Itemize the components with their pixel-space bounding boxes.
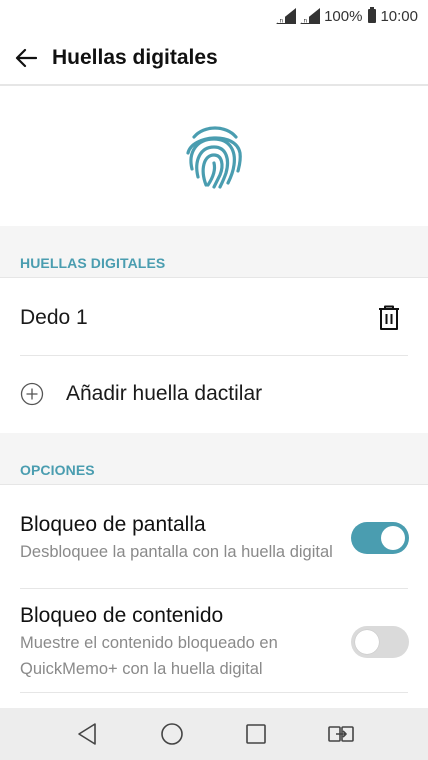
screen-lock-toggle[interactable] [351,521,409,554]
signal-icon: n [300,8,322,24]
battery-icon [368,7,377,23]
svg-text:n: n [280,18,284,25]
add-fingerprint-label: Añadir huella dactilar [66,382,263,405]
section-header-options: OPCIONES [0,433,428,485]
dual-window-icon [327,726,354,742]
section-header-fingerprints: HUELLAS DIGITALES [0,226,428,278]
option-screen-lock[interactable]: Bloqueo de pantalla Desbloquee la pantal… [0,486,428,589]
nav-back-button[interactable] [65,712,109,756]
trash-icon [379,305,399,330]
divider [20,692,408,693]
add-fingerprint-row[interactable]: Añadir huella dactilar [0,356,428,432]
list-item[interactable]: Dedo 1 [0,279,428,356]
arrow-left-icon [15,48,37,68]
clock: 10:00 [380,7,418,25]
nav-recents-button[interactable] [234,712,278,756]
recents-square-icon [246,724,267,744]
option-title: Bloqueo de contenido [20,603,224,627]
toggle-knob [381,525,405,550]
option-text: Bloqueo de contenido Muestre el contenid… [0,602,351,682]
hero-area [0,88,428,227]
fingerprint-icon [186,126,242,189]
option-content-lock[interactable]: Bloqueo de contenido Muestre el contenid… [0,590,428,693]
navigation-bar [0,708,428,760]
delete-fingerprint-button[interactable] [374,303,404,333]
option-text: Bloqueo de pantalla Desbloquee la pantal… [0,511,351,565]
fingerprint-name: Dedo 1 [20,305,88,329]
divider [20,588,408,589]
page-title: Huellas digitales [52,46,218,69]
back-triangle-icon [78,723,97,745]
toggle-knob [355,629,379,654]
nav-home-button[interactable] [150,712,194,756]
option-title: Bloqueo de pantalla [20,512,206,536]
option-subtitle: Desbloquee la pantalla con la huella dig… [20,542,333,561]
content-lock-toggle[interactable] [351,625,409,658]
svg-text:n: n [304,18,308,25]
option-subtitle: Muestre el contenido bloqueado en QuickM… [20,633,278,678]
status-bar: n n 100% 10:00 [0,0,428,32]
signal-icon: n [276,8,298,24]
app-bar: Huellas digitales [0,32,428,86]
nav-dual-window-button[interactable] [319,712,363,756]
plus-circle-icon [20,382,44,406]
home-circle-icon [160,723,183,745]
back-button[interactable] [0,31,52,85]
battery-percent: 100% [324,7,363,25]
